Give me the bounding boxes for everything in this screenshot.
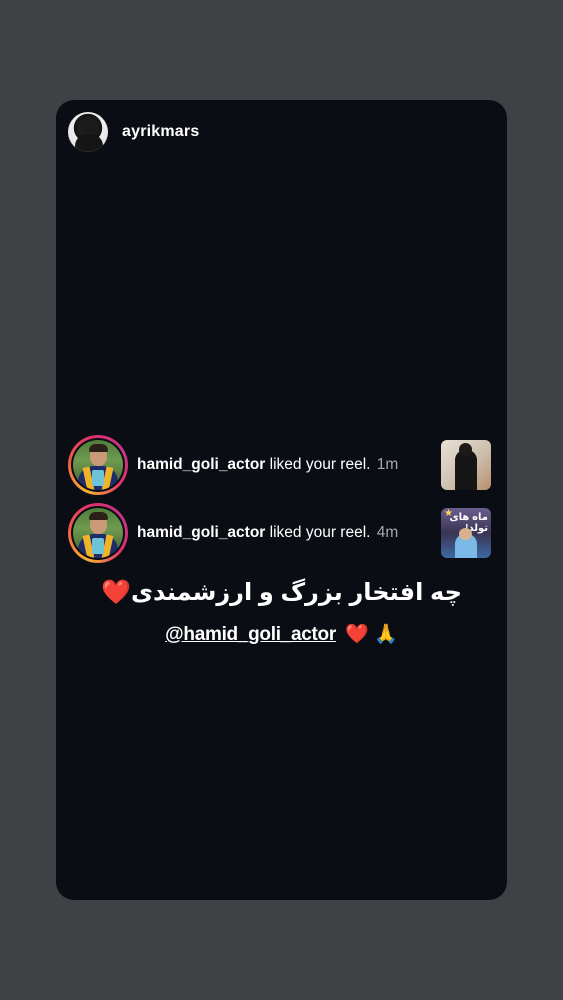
- heart-icon: ❤️: [101, 579, 132, 606]
- notification-action: liked your reel.: [269, 456, 371, 473]
- notification-username[interactable]: hamid_goli_actor: [137, 524, 265, 541]
- story-card[interactable]: ayrikmars hamid_goli_actor liked your re…: [56, 100, 507, 900]
- story-caption: چه افتخار بزرگ و ارزشمندی❤️: [56, 578, 507, 607]
- notification-time: 4m: [376, 524, 399, 541]
- owner-avatar[interactable]: [68, 112, 108, 152]
- notification-username[interactable]: hamid_goli_actor: [137, 456, 265, 473]
- avatar[interactable]: [73, 440, 123, 490]
- avatar[interactable]: [73, 508, 123, 558]
- story-ring[interactable]: [68, 503, 128, 563]
- story-header: ayrikmars: [68, 112, 199, 152]
- notification-action: liked your reel.: [269, 524, 371, 541]
- notification-time: 1m: [376, 456, 399, 473]
- story-ring[interactable]: [68, 435, 128, 495]
- mention-line: @hamid_goli_actor ❤️ 🙏: [56, 622, 507, 646]
- owner-username[interactable]: ayrikmars: [122, 123, 199, 141]
- notification-text: hamid_goli_actor liked your reel. 4m: [137, 524, 441, 542]
- notification-row[interactable]: hamid_goli_actor liked your reel. 1m: [68, 434, 491, 496]
- mention-sticker[interactable]: @hamid_goli_actor: [165, 624, 336, 645]
- praying-hands-icon: 🙏: [374, 624, 398, 645]
- heart-icon: ❤️: [345, 624, 369, 645]
- reel-thumbnail[interactable]: ★ ماه های تولد!: [441, 508, 491, 558]
- reel-thumbnail[interactable]: [441, 440, 491, 490]
- notification-text: hamid_goli_actor liked your reel. 1m: [137, 456, 441, 474]
- caption-text: چه افتخار بزرگ و ارزشمندی: [131, 579, 462, 606]
- notification-row[interactable]: hamid_goli_actor liked your reel. 4m ★ م…: [68, 502, 491, 564]
